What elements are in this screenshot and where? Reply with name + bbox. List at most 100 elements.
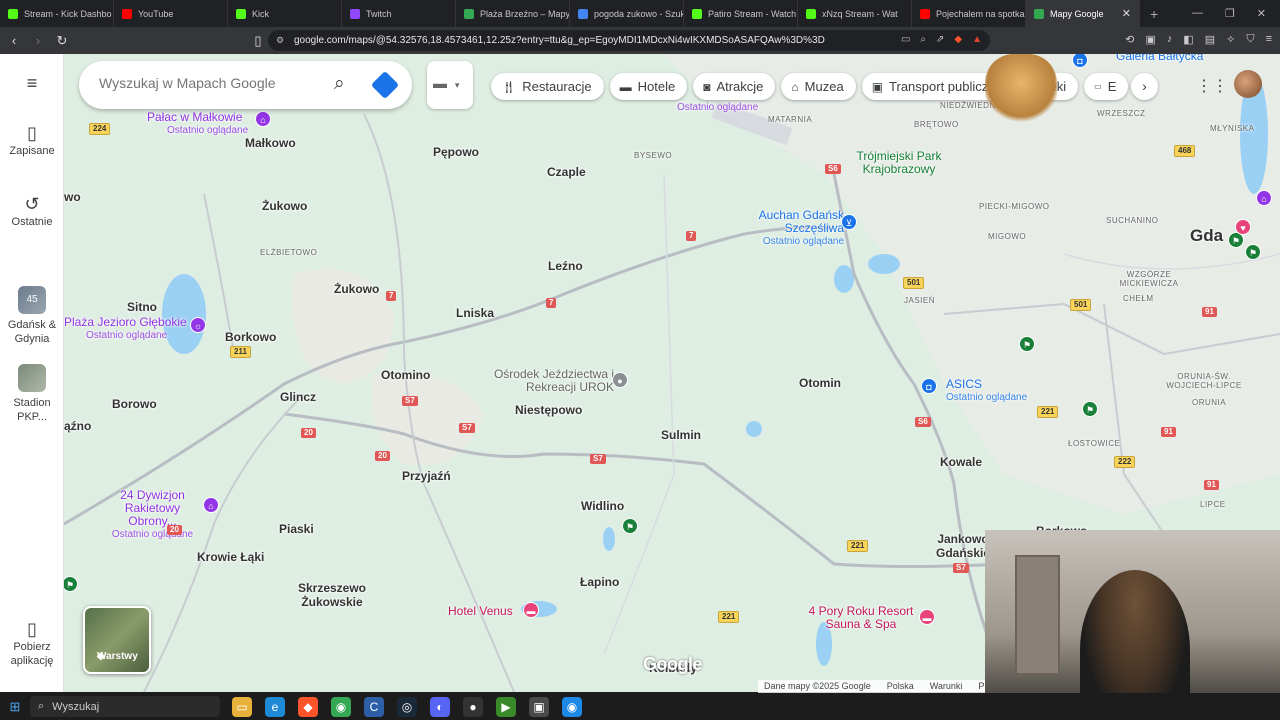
share-icon[interactable]: ⇗ (936, 34, 944, 45)
poi-palac-malkowo[interactable]: Pałac w Małkowie Ostatnio oglądane (147, 111, 248, 137)
brave-shield-icon[interactable]: ◆ (954, 34, 962, 45)
chrome-icon[interactable]: ◉ (331, 697, 351, 717)
flag-marker-icon[interactable]: ⚑ (1245, 244, 1261, 260)
taskbar-search[interactable]: ⌕ Wyszukaj (30, 696, 220, 717)
extension-icon-1[interactable]: ⟲ (1125, 33, 1134, 46)
wallet-icon[interactable]: ▤ (1205, 33, 1215, 46)
chip-museums[interactable]: ⌂ Muzea (781, 73, 856, 100)
browser-tab[interactable]: Pojechalem na spotka (912, 0, 1026, 27)
file-explorer-icon[interactable]: ▭ (232, 697, 252, 717)
browser-tab[interactable]: pogoda zukowo - Szuk (570, 0, 684, 27)
beach-icon[interactable]: ☼ (190, 317, 206, 333)
brave-rewards-icon[interactable]: ▲ (972, 34, 982, 45)
restore-icon[interactable]: ❐ (1225, 7, 1235, 20)
chip-hotels[interactable]: ▬ Hotele (609, 73, 688, 100)
app-icon-round[interactable]: ◉ (562, 697, 582, 717)
poi-dywizjon[interactable]: 24 Dywizjon Rakietowy Obrony... Ostatnio… (100, 489, 205, 541)
place-label: Żukowo (262, 199, 308, 213)
site-info-icon[interactable]: ⚙ (276, 35, 284, 46)
country-link[interactable]: Polska (887, 680, 914, 693)
download-app-button[interactable]: ▯ Pobierz aplikację (0, 620, 64, 668)
shopping-bag-icon[interactable]: ◘ (921, 378, 937, 394)
museum-icon[interactable]: ⌂ (1256, 190, 1272, 206)
browser-toolbar: ‹ › ↻ ▯ ⚙ google.com/maps/@54.32576,18.4… (0, 27, 1280, 54)
browser-tab[interactable]: Stream - Kick Dashbo (0, 0, 114, 27)
flag-marker-icon[interactable]: ⚑ (1082, 401, 1098, 417)
search-input[interactable] (99, 75, 329, 91)
tab-close-icon[interactable]: ✕ (1122, 7, 1131, 20)
kick-app-icon[interactable]: ▶ (496, 697, 516, 717)
museum-icon[interactable]: ⌂ (203, 497, 219, 513)
search-icon[interactable]: ⌕ (334, 73, 345, 95)
recent-item-stadion[interactable]: Stadion PKP... (0, 364, 64, 424)
recent-item-gdansk[interactable]: 45 Gdańsk & Gdynia (0, 286, 64, 346)
vpn-icon[interactable]: ⛉ (1246, 33, 1254, 46)
menu-button[interactable]: ≡ (0, 73, 64, 94)
extension-icon-2[interactable]: ▣ (1145, 33, 1155, 46)
poi-asics[interactable]: ASICS Ostatnio oglądane (946, 378, 1027, 404)
poi-plaza-jezioro[interactable]: Plaża Jezioro Głębokie Ostatnio oglądane (64, 316, 187, 342)
recent-button[interactable]: ↺ Ostatnie (0, 195, 64, 229)
chip-attractions[interactable]: ◙ Atrakcje (693, 73, 776, 100)
windows-start-icon[interactable]: ⊞ (0, 699, 30, 715)
browser-tab[interactable]: Mapy Google ✕ (1026, 0, 1140, 27)
address-bar[interactable]: ⚙ google.com/maps/@54.32576,18.4573461,1… (268, 30, 990, 51)
terms-link[interactable]: Warunki (930, 680, 963, 693)
hotel-icon[interactable]: ▬ (919, 609, 935, 625)
hotel-icon[interactable]: ▬ (523, 602, 539, 618)
chip-atm[interactable]: ▭ E (1084, 73, 1129, 100)
edge-icon[interactable]: e (265, 697, 285, 717)
menu-icon[interactable]: ≡ (1266, 33, 1272, 46)
place-marker-icon[interactable]: ● (612, 372, 628, 388)
window-close-icon[interactable]: ✕ (1257, 7, 1266, 20)
apps-grid-icon[interactable]: ⋮⋮ (1196, 76, 1228, 96)
poi-osrodek-urok[interactable]: Ośrodek Jeździectwa i Rekreacji UROK (484, 368, 614, 394)
poi-park[interactable]: Trójmiejski Park Krajobrazowy (854, 150, 944, 176)
hamburger-icon: ≡ (26, 73, 38, 93)
leo-icon[interactable]: ✧ (1226, 33, 1235, 46)
browser-tab[interactable]: Patiro Stream - Watch (684, 0, 798, 27)
poi-galeria-baltycka[interactable]: Galeria Bałtycka (1096, 54, 1203, 63)
poi-4-pory-roku[interactable]: 4 Pory Roku Resort Sauna & Spa (806, 605, 916, 631)
music-icon[interactable]: ♪ (1167, 33, 1173, 46)
back-icon[interactable]: ‹ (4, 33, 24, 48)
browser-tab[interactable]: Kick (228, 0, 342, 27)
sidebar-toggle-icon[interactable]: ◧ (1183, 33, 1193, 46)
zoom-icon[interactable]: ⌕ (920, 34, 926, 45)
shopping-cart-icon[interactable]: ⊻ (841, 214, 857, 230)
place-label: Niestępowo (515, 403, 583, 417)
reload-icon[interactable]: ↻ (52, 33, 72, 49)
minimize-icon[interactable]: — (1192, 7, 1203, 20)
camera-icon: ◙ (703, 79, 711, 94)
chip-label: Atrakcje (716, 79, 764, 94)
heart-icon[interactable]: ♥ (1235, 219, 1251, 235)
cast-icon[interactable]: ▭ (901, 34, 910, 45)
steam-icon[interactable]: ◎ (397, 697, 417, 717)
forward-icon[interactable]: › (28, 33, 48, 48)
poi-hotel-venus[interactable]: Hotel Venus (448, 605, 513, 618)
new-tab-button[interactable]: + (1140, 6, 1168, 22)
browser-tab[interactable]: Twitch (342, 0, 456, 27)
input-tools-button[interactable]: ▬ ▾ (427, 61, 473, 109)
chevron-right-icon[interactable]: › (1131, 73, 1158, 100)
flag-marker-icon[interactable]: ⚑ (622, 518, 638, 534)
flag-marker-icon[interactable]: ⚑ (1019, 336, 1035, 352)
app-icon[interactable]: ▣ (529, 697, 549, 717)
chip-restaurants[interactable]: 🍴︎ Restauracje (491, 73, 604, 100)
bookmark-icon[interactable]: ▯ (248, 33, 268, 49)
browser-tab[interactable]: xNzq Stream - Wat (798, 0, 912, 27)
doge-sticker (985, 54, 1057, 126)
brave-icon[interactable]: ◆ (298, 697, 318, 717)
museum-icon[interactable]: ⌂ (255, 111, 271, 127)
avatar[interactable] (1234, 70, 1262, 98)
layers-button[interactable]: ◈ Warstwy (83, 606, 151, 674)
browser-tab[interactable]: YouTube (114, 0, 228, 27)
obs-icon[interactable]: ● (463, 697, 483, 717)
discord-icon[interactable]: ◐ (430, 697, 450, 717)
saved-button[interactable]: ▯ Zapisane (0, 124, 64, 158)
browser-tab[interactable]: Plaża Brzeźno – Mapy (456, 0, 570, 27)
poi-auchan[interactable]: Auchan Gdańsk Szczęśliwa Ostatnio ogląda… (734, 209, 844, 248)
directions-icon[interactable] (370, 70, 400, 100)
ccleaner-icon[interactable]: C (364, 697, 384, 717)
poi-recent-top[interactable]: Ostatnio oglądane (677, 101, 758, 114)
